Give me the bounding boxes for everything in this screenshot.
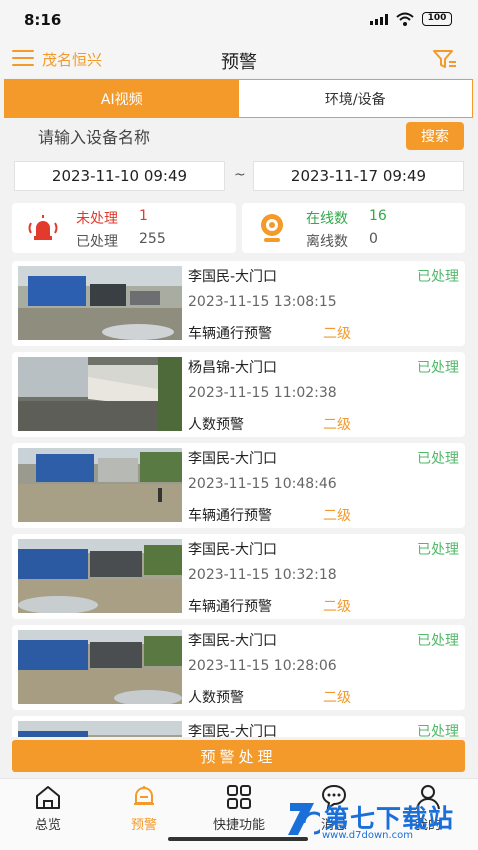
nav-label: 快捷功能 [212,818,265,833]
camera-icon [261,214,283,242]
battery-icon: 100 [422,12,452,26]
snapshot-thumbnail[interactable] [18,266,182,340]
end-date-field[interactable]: 2023-11-17 09:49 [253,161,464,191]
device-stats-card: 在线数 16 离线数 0 [242,203,465,253]
alarm-siren-icon [28,215,58,240]
home-indicator [168,837,308,841]
alert-level: 二级 [323,508,351,524]
alert-type: 人数预警 [188,690,244,706]
search-input[interactable] [16,122,376,152]
alert-status: 已处理 [417,451,459,467]
watermark: 第七下载站 www.d7down.com [282,797,478,849]
snapshot-thumbnail[interactable] [18,448,182,522]
alert-type: 人数预警 [188,417,244,433]
org-name[interactable]: 茂名恒兴 [42,49,102,70]
alert-type: 车辆通行预警 [188,599,272,615]
alert-time: 2023-11-15 10:28:06 [188,658,337,674]
unprocessed-label: 未处理 [76,211,118,227]
bell-icon [134,786,154,805]
nav-shortcuts[interactable]: 快捷功能 [199,783,279,833]
alert-item[interactable]: 李国民-大门口 已处理 [12,716,465,737]
alert-item[interactable]: 李国民-大门口 已处理 2023-11-15 10:28:06 人数预警 二级 [12,625,465,710]
alert-status: 已处理 [417,542,459,558]
filter-icon[interactable] [432,48,458,70]
alert-time: 2023-11-15 13:08:15 [188,294,337,310]
tab-bar: AI视频 环境/设备 [4,79,473,118]
tab-ai-video[interactable]: AI视频 [5,80,239,117]
home-icon [36,786,60,809]
alert-level: 二级 [323,326,351,342]
alert-list[interactable]: 李国民-大门口 已处理 2023-11-15 13:08:15 车辆通行预警 二… [12,261,465,737]
alert-title: 杨昌锦-大门口 [188,360,278,376]
alert-status: 已处理 [417,633,459,649]
alert-type: 车辆通行预警 [188,508,272,524]
alert-item[interactable]: 李国民-大门口 已处理 2023-11-15 10:48:46 车辆通行预警 二… [12,443,465,528]
alert-status: 已处理 [417,360,459,376]
handle-alert-button[interactable]: 预警处理 [12,740,465,772]
nav-overview[interactable]: 总览 [8,783,88,833]
alert-status: 已处理 [417,724,459,737]
search-row: 搜索 [0,120,478,154]
offline-label: 离线数 [306,234,348,250]
processed-count: 255 [139,231,166,247]
status-time: 8:16 [24,11,62,29]
alert-item[interactable]: 李国民-大门口 已处理 2023-11-15 13:08:15 车辆通行预警 二… [12,261,465,346]
alert-item[interactable]: 李国民-大门口 已处理 2023-11-15 10:32:18 车辆通行预警 二… [12,534,465,619]
snapshot-thumbnail[interactable] [18,357,182,431]
alert-level: 二级 [323,417,351,433]
grid-icon [227,785,251,809]
alert-title: 李国民-大门口 [188,269,278,285]
alert-status: 已处理 [417,269,459,285]
online-label: 在线数 [306,211,348,227]
snapshot-thumbnail[interactable] [18,630,182,704]
date-separator: ~ [234,167,246,183]
alert-title: 李国民-大门口 [188,724,278,737]
tab-environment-device[interactable]: 环境/设备 [239,80,473,117]
snapshot-thumbnail[interactable] [18,539,182,613]
alert-level: 二级 [323,690,351,706]
alert-time: 2023-11-15 10:32:18 [188,567,337,583]
alert-time: 2023-11-15 11:02:38 [188,385,337,401]
alert-title: 李国民-大门口 [188,633,278,649]
start-date-field[interactable]: 2023-11-10 09:49 [14,161,225,191]
alert-title: 李国民-大门口 [188,542,278,558]
alert-type: 车辆通行预警 [188,326,272,342]
alert-item[interactable]: 杨昌锦-大门口 已处理 2023-11-15 11:02:38 人数预警 二级 [12,352,465,437]
nav-alerts[interactable]: 预警 [104,783,184,833]
wifi-icon [396,12,414,26]
status-icons: 100 [370,12,452,26]
alert-level: 二级 [323,599,351,615]
app-header: 预警 茂名恒兴 [0,40,478,78]
unprocessed-count: 1 [139,208,148,224]
menu-icon[interactable] [12,50,34,66]
offline-count: 0 [369,231,378,247]
nav-label: 预警 [130,818,157,833]
alert-time: 2023-11-15 10:48:46 [188,476,337,492]
online-count: 16 [369,208,387,224]
nav-label: 总览 [34,818,61,833]
alert-title: 李国民-大门口 [188,451,278,467]
processed-label: 已处理 [76,234,118,250]
snapshot-thumbnail[interactable] [18,721,182,737]
status-bar: 8:16 100 [0,0,478,40]
watermark-url: www.d7down.com [322,830,414,841]
signal-icon [370,13,388,25]
search-button[interactable]: 搜索 [406,122,464,150]
watermark-logo-icon [288,803,320,835]
alarm-stats-card: 未处理 1 已处理 255 [12,203,236,253]
